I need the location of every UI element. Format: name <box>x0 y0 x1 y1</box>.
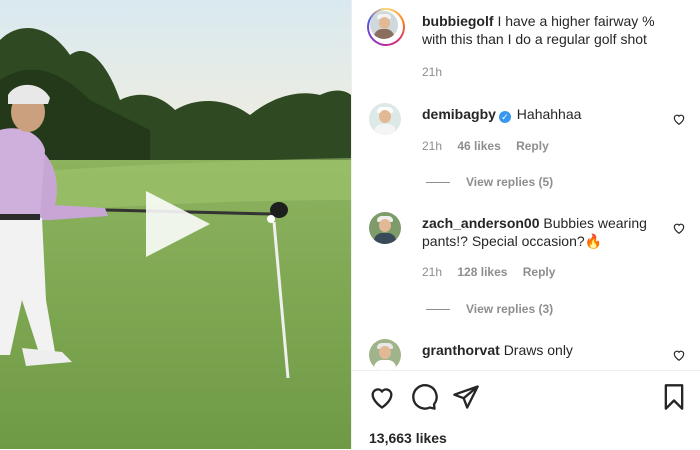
comment-likes[interactable]: 128 likes <box>457 265 507 279</box>
author-avatar <box>370 11 398 39</box>
comment-meta: 21h 128 likes Reply <box>422 265 567 279</box>
comment: granthorvat Draws only <box>422 341 662 359</box>
comment-like-heart-icon[interactable] <box>672 221 686 235</box>
comment-avatar[interactable] <box>369 339 401 370</box>
comment-avatar[interactable] <box>369 212 401 244</box>
play-icon[interactable] <box>146 191 210 257</box>
reply-button[interactable]: Reply <box>516 139 549 153</box>
caption-meta: 21h <box>422 65 454 79</box>
comment-likes[interactable]: 46 likes <box>457 139 500 153</box>
comment-time: 21h <box>422 265 443 279</box>
comment-like-heart-icon[interactable] <box>672 348 686 362</box>
comment-text: Hahahhaa <box>516 106 582 122</box>
post-video[interactable] <box>0 0 351 449</box>
caption-time: 21h <box>422 65 443 79</box>
author-avatar-ring[interactable] <box>367 8 405 46</box>
comments-list[interactable]: bubbiegolf I have a higher fairway % wit… <box>352 0 700 370</box>
comment-username[interactable]: granthorvat <box>422 342 500 358</box>
comment-username[interactable]: demibagby <box>422 106 496 122</box>
post-sidebar: bubbiegolf I have a higher fairway % wit… <box>351 0 700 449</box>
comment-username[interactable]: zach_anderson00 <box>422 215 540 231</box>
comment-like-heart-icon[interactable] <box>672 112 686 126</box>
comment-avatar[interactable] <box>369 103 401 135</box>
heart-icon[interactable] <box>368 383 396 411</box>
view-replies-label: View replies (3) <box>466 302 554 316</box>
comment-icon[interactable] <box>410 383 438 411</box>
author-username[interactable]: bubbiegolf <box>422 13 494 29</box>
view-replies-label: View replies (5) <box>466 175 554 189</box>
view-replies-button[interactable]: View replies (3) <box>426 302 553 316</box>
comment-meta: 21h 46 likes Reply <box>422 139 561 153</box>
likes-count[interactable]: 13,663 likes <box>369 430 447 446</box>
comment-time: 21h <box>422 139 443 153</box>
comment-text: Draws only <box>503 342 573 358</box>
post-caption: bubbiegolf I have a higher fairway % wit… <box>422 12 662 48</box>
comment: demibagby ✓ Hahahhaa <box>422 105 662 123</box>
action-bar: 13,663 likes <box>352 370 700 450</box>
verified-badge-icon: ✓ <box>498 111 511 123</box>
comment: zach_anderson00 Bubbies wearing pants!? … <box>422 214 662 250</box>
fire-emoji: 🔥 <box>584 233 603 249</box>
reply-button[interactable]: Reply <box>523 265 556 279</box>
view-replies-button[interactable]: View replies (5) <box>426 175 553 189</box>
share-icon[interactable] <box>452 383 480 411</box>
bookmark-icon[interactable] <box>660 383 688 411</box>
